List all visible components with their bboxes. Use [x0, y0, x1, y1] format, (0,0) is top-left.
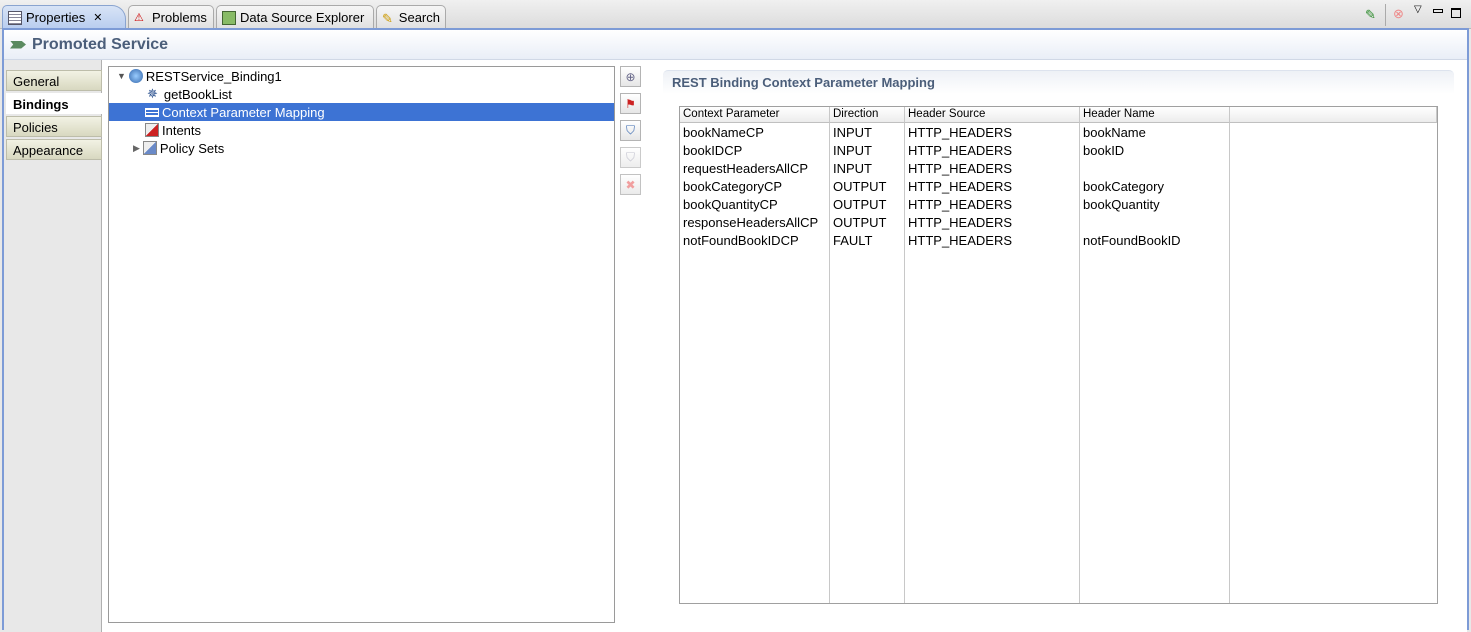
add-policy-icon: ⛉ — [625, 123, 635, 137]
tree-node-policy-sets[interactable]: ▶ Policy Sets — [109, 139, 614, 157]
table-cell-header-source[interactable]: HTTP_HEADERS — [905, 178, 1080, 196]
column-extra — [1230, 107, 1437, 603]
tree-node-context-parameter-mapping[interactable]: Context Parameter Mapping — [109, 103, 614, 121]
close-icon[interactable]: ✕ — [93, 11, 102, 24]
tree-label: RESTService_Binding1 — [145, 68, 282, 84]
table-cell-header-name[interactable]: bookQuantity — [1080, 196, 1230, 214]
rest-binding-icon — [128, 69, 143, 83]
table-cell-header-name[interactable] — [1080, 160, 1230, 178]
properties-tab-list: General Bindings Policies Appearance — [4, 60, 102, 632]
table-cell-context-parameter[interactable]: bookNameCP — [680, 124, 830, 142]
table-cell-context-parameter[interactable]: bookCategoryCP — [680, 178, 830, 196]
left-tab-bindings[interactable]: Bindings — [6, 93, 102, 114]
table-cell-header-source[interactable]: HTTP_HEADERS — [905, 196, 1080, 214]
column-header-extra[interactable] — [1230, 107, 1437, 123]
table-cell-context-parameter[interactable]: responseHeadersAllCP — [680, 214, 830, 232]
properties-view: Promoted Service General Bindings Polici… — [2, 28, 1469, 632]
tab-label: Problems — [152, 10, 207, 25]
tab-label: Properties — [26, 10, 86, 25]
column-header-context-parameter[interactable]: Context Parameter — [680, 107, 830, 123]
table-cell-header-name[interactable] — [1080, 214, 1230, 232]
section-title: REST Binding Context Parameter Mapping — [663, 70, 1454, 94]
problems-icon: ⚠ — [134, 11, 144, 24]
left-tab-general[interactable]: General — [6, 70, 102, 91]
properties-icon — [8, 10, 22, 25]
table-cell-direction[interactable]: INPUT — [830, 142, 905, 160]
view-menu-icon[interactable]: ▽ — [1414, 4, 1422, 15]
operation-gear-icon: ✵ — [147, 86, 158, 101]
search-icon: ✎ — [382, 10, 393, 26]
maximize-icon[interactable] — [1451, 8, 1461, 18]
data-source-icon — [222, 10, 236, 25]
tab-search[interactable]: ✎ Search — [376, 5, 446, 29]
table-cell-direction[interactable]: INPUT — [830, 160, 905, 178]
table-cell-direction[interactable]: OUTPUT — [830, 214, 905, 232]
table-cell-context-parameter[interactable]: bookIDCP — [680, 142, 830, 160]
table-cell-header-name[interactable]: bookID — [1080, 142, 1230, 160]
table-cell-direction[interactable]: OUTPUT — [830, 196, 905, 214]
expand-arrow-icon[interactable]: ▼ — [117, 71, 126, 81]
service-arrow-icon — [10, 40, 26, 49]
tab-label: Data Source Explorer — [240, 10, 365, 25]
left-tab-appearance[interactable]: Appearance — [6, 139, 102, 160]
table-cell-header-name[interactable]: bookName — [1080, 124, 1230, 142]
add-policy-set-button[interactable]: ⛉ — [620, 120, 641, 141]
tree-label: Policy Sets — [159, 140, 225, 156]
edit-policy-button[interactable]: ⛉ — [620, 147, 641, 168]
tab-properties[interactable]: Properties ✕ — [2, 5, 126, 29]
add-intent-button[interactable]: ⚑ — [620, 93, 641, 114]
mapping-icon — [145, 107, 159, 117]
add-intent-icon: ⚑ — [625, 96, 636, 111]
divider — [1385, 4, 1386, 26]
delete-icon: ✖ — [625, 177, 636, 192]
table-cell-header-source[interactable]: HTTP_HEADERS — [905, 160, 1080, 178]
add-binding-button[interactable]: ⊕ — [620, 66, 641, 87]
minimize-icon[interactable] — [1433, 9, 1443, 13]
tab-label: Search — [398, 10, 440, 25]
table-cell-context-parameter[interactable]: notFoundBookIDCP — [680, 232, 830, 250]
table-cell-context-parameter[interactable]: requestHeadersAllCP — [680, 160, 830, 178]
tree-node-rest-binding[interactable]: ▼ RESTService_Binding1 — [109, 67, 614, 85]
tree-label: Context Parameter Mapping — [162, 104, 325, 120]
tree-node-getbooklist[interactable]: ✵ getBookList — [109, 85, 614, 103]
column-header-header-source[interactable]: Header Source — [905, 107, 1080, 123]
column-header-direction[interactable]: Direction — [830, 107, 905, 123]
intents-folder-icon — [145, 123, 159, 137]
edit-policy-icon: ⛉ — [625, 150, 635, 164]
view-title-bar: Promoted Service — [4, 30, 1467, 60]
table-cell-header-name[interactable]: bookCategory — [1080, 178, 1230, 196]
table-cell-header-source[interactable]: HTTP_HEADERS — [905, 124, 1080, 142]
tree-label: Intents — [162, 122, 202, 138]
table-cell-header-source[interactable]: HTTP_HEADERS — [905, 214, 1080, 232]
tree-label: getBookList — [163, 86, 232, 102]
table-cell-direction[interactable]: INPUT — [830, 124, 905, 142]
table-cell-direction[interactable]: OUTPUT — [830, 178, 905, 196]
collapse-arrow-icon[interactable]: ▶ — [133, 143, 140, 154]
page-title: Promoted Service — [32, 35, 169, 53]
tab-data-source-explorer[interactable]: Data Source Explorer — [216, 5, 374, 29]
context-parameter-table[interactable]: Context Parameter Direction Header Source H… — [679, 106, 1438, 604]
table-cell-context-parameter[interactable]: bookQuantityCP — [680, 196, 830, 214]
view-tab-bar: Properties ✕ ⚠ Problems Data Source Expl… — [0, 0, 1471, 29]
tree-node-intents[interactable]: Intents — [109, 121, 614, 139]
delete-button[interactable]: ✖ — [620, 174, 641, 195]
table-cell-header-source[interactable]: HTTP_HEADERS — [905, 232, 1080, 250]
left-tab-policies[interactable]: Policies — [6, 116, 102, 137]
pin-icon[interactable]: ✎ — [1365, 7, 1376, 23]
table-cell-header-name[interactable]: notFoundBookID — [1080, 232, 1230, 250]
table-cell-direction[interactable]: FAULT — [830, 232, 905, 250]
bindings-tree: ▼ RESTService_Binding1 ✵ getBookList Con… — [108, 66, 615, 623]
error-filter-icon[interactable]: ⊗ — [1393, 6, 1404, 22]
add-attachment-icon: ⊕ — [625, 69, 636, 84]
tab-problems[interactable]: ⚠ Problems — [128, 5, 214, 29]
column-header-header-name[interactable]: Header Name — [1080, 107, 1230, 123]
policy-sets-folder-icon — [142, 141, 157, 155]
table-cell-header-source[interactable]: HTTP_HEADERS — [905, 142, 1080, 160]
